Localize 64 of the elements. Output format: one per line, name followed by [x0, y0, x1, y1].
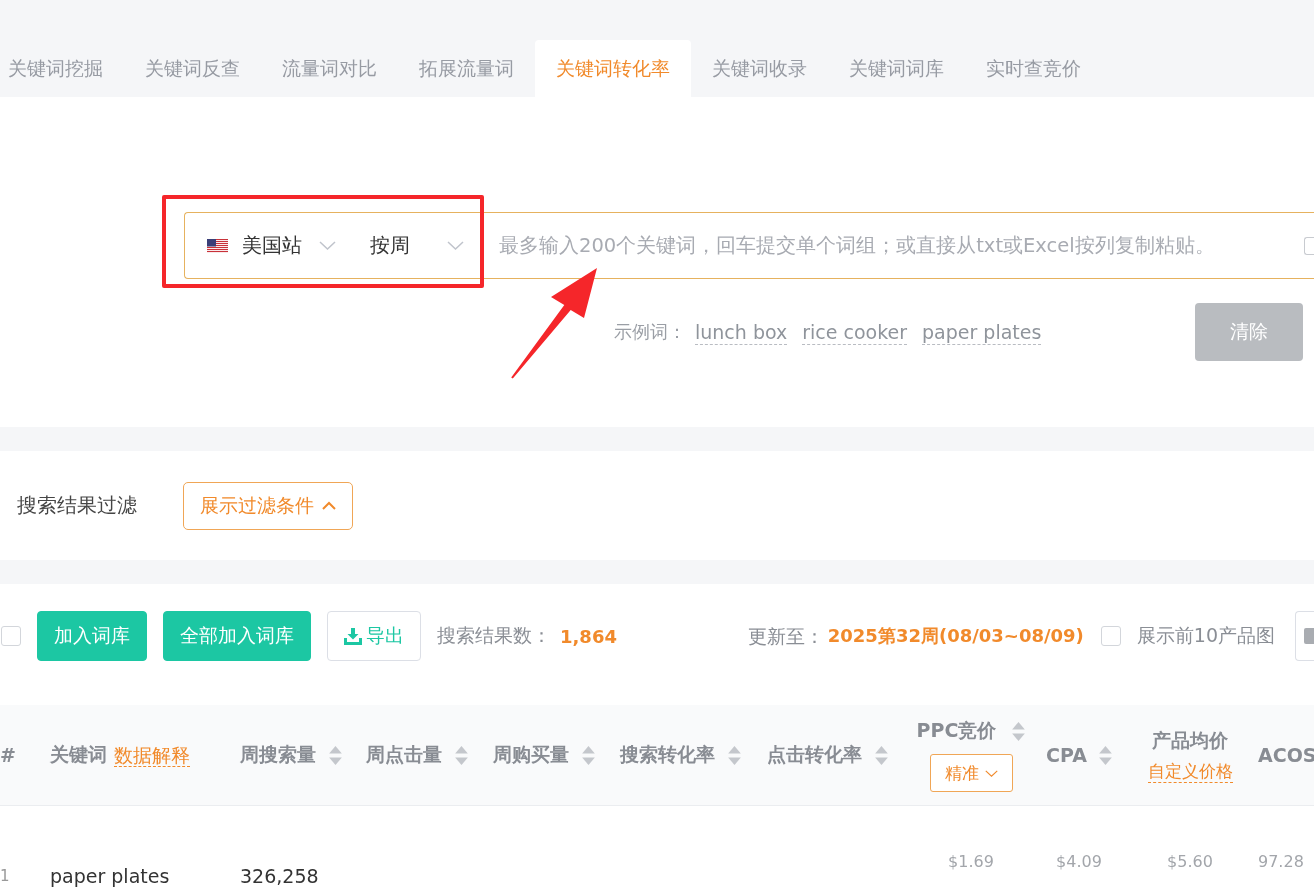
table-cell-text: $5.60 — [1167, 851, 1213, 872]
sort-icon[interactable] — [329, 745, 342, 765]
keyword-input[interactable]: 最多输入200个关键词，回车提交单个词组；或直接从txt或Excel按列复制粘贴。 — [499, 234, 1290, 257]
product-images-label: 展示前10产品图 — [1136, 623, 1275, 648]
column-header: 关键词 — [50, 742, 107, 767]
export-button[interactable]: 导出 — [327, 611, 421, 661]
tab[interactable]: 拓展流量词 — [398, 40, 535, 97]
column-header: 周搜索量 — [240, 742, 316, 767]
filter-label: 搜索结果过滤 — [17, 492, 137, 519]
select-all-checkbox[interactable] — [1, 626, 21, 646]
table-cell-text: $4.09 — [1056, 851, 1102, 872]
example-keyword-link[interactable]: lunch box — [695, 319, 788, 345]
sort-icon[interactable] — [728, 745, 741, 765]
column-header: # — [0, 744, 16, 766]
sort-icon[interactable] — [1012, 721, 1026, 741]
column-header: 产品均价 — [1152, 727, 1228, 753]
chevron-down-icon — [984, 769, 998, 777]
tab[interactable]: 流量词对比 — [261, 40, 398, 97]
tab[interactable]: 实时查竞价 — [965, 40, 1102, 97]
tab[interactable]: 关键词转化率 — [535, 40, 691, 97]
update-label: 更新至： — [747, 624, 824, 649]
toolbar-button[interactable] — [1295, 611, 1314, 661]
column-header: 周购买量 — [493, 742, 569, 767]
table-cell-text: 326,258 — [240, 864, 319, 886]
tab[interactable]: 关键词收录 — [691, 40, 828, 97]
add-all-to-library-button[interactable]: 全部加入词库 — [163, 611, 311, 661]
result-count: 1,864 — [560, 625, 617, 647]
product-images-checkbox[interactable] — [1100, 626, 1121, 646]
table-cell-text: $1.69 — [948, 851, 994, 872]
add-to-library-button[interactable]: 加入词库 — [37, 611, 147, 661]
checkbox[interactable] — [1304, 236, 1314, 255]
column-header: 搜索转化率 — [620, 742, 715, 767]
sort-icon[interactable] — [455, 745, 468, 765]
clear-button[interactable]: 清除 — [1195, 303, 1303, 361]
tab[interactable]: 关键词挖掘 — [0, 40, 124, 97]
download-icon — [344, 627, 362, 645]
chevron-down-icon — [447, 241, 464, 250]
sort-icon[interactable] — [1098, 745, 1112, 765]
tab[interactable]: 关键词词库 — [828, 40, 965, 97]
block-icon — [1304, 628, 1314, 644]
sort-icon[interactable] — [875, 745, 888, 765]
match-type-dropdown[interactable]: 精准 — [929, 754, 1013, 792]
update-week: 2025第32周(08/03~08/09) — [827, 624, 1084, 648]
chevron-down-icon — [319, 241, 336, 250]
caret-up-icon — [322, 501, 336, 510]
filter-toggle-button[interactable]: 展示过滤条件 — [183, 481, 353, 530]
column-header: CPA — [1046, 744, 1087, 766]
sort-icon[interactable] — [582, 745, 595, 765]
flag-icon — [207, 238, 228, 253]
period-select[interactable]: 按周 — [370, 232, 464, 259]
example-keyword-link[interactable]: rice cooker — [802, 319, 908, 345]
table-cell-text: 97.28 — [1257, 851, 1304, 872]
tab[interactable]: 关键词反查 — [124, 40, 261, 97]
column-header: PPC竞价 — [916, 718, 997, 743]
result-count-label: 搜索结果数： — [437, 623, 551, 648]
examples-label: 示例词： — [614, 320, 686, 344]
site-select[interactable]: 美国站 — [207, 232, 336, 259]
table-cell-text: paper plates — [50, 864, 170, 886]
example-keyword-link[interactable]: paper plates — [922, 319, 1042, 345]
table-cell-text: 1 — [0, 866, 10, 886]
data-explanation-link[interactable]: 数据解释 — [114, 743, 190, 767]
column-header: 周点击量 — [366, 742, 442, 767]
custom-price-link[interactable]: 自定义价格 — [1147, 759, 1233, 783]
column-header: 点击转化率 — [767, 742, 862, 767]
